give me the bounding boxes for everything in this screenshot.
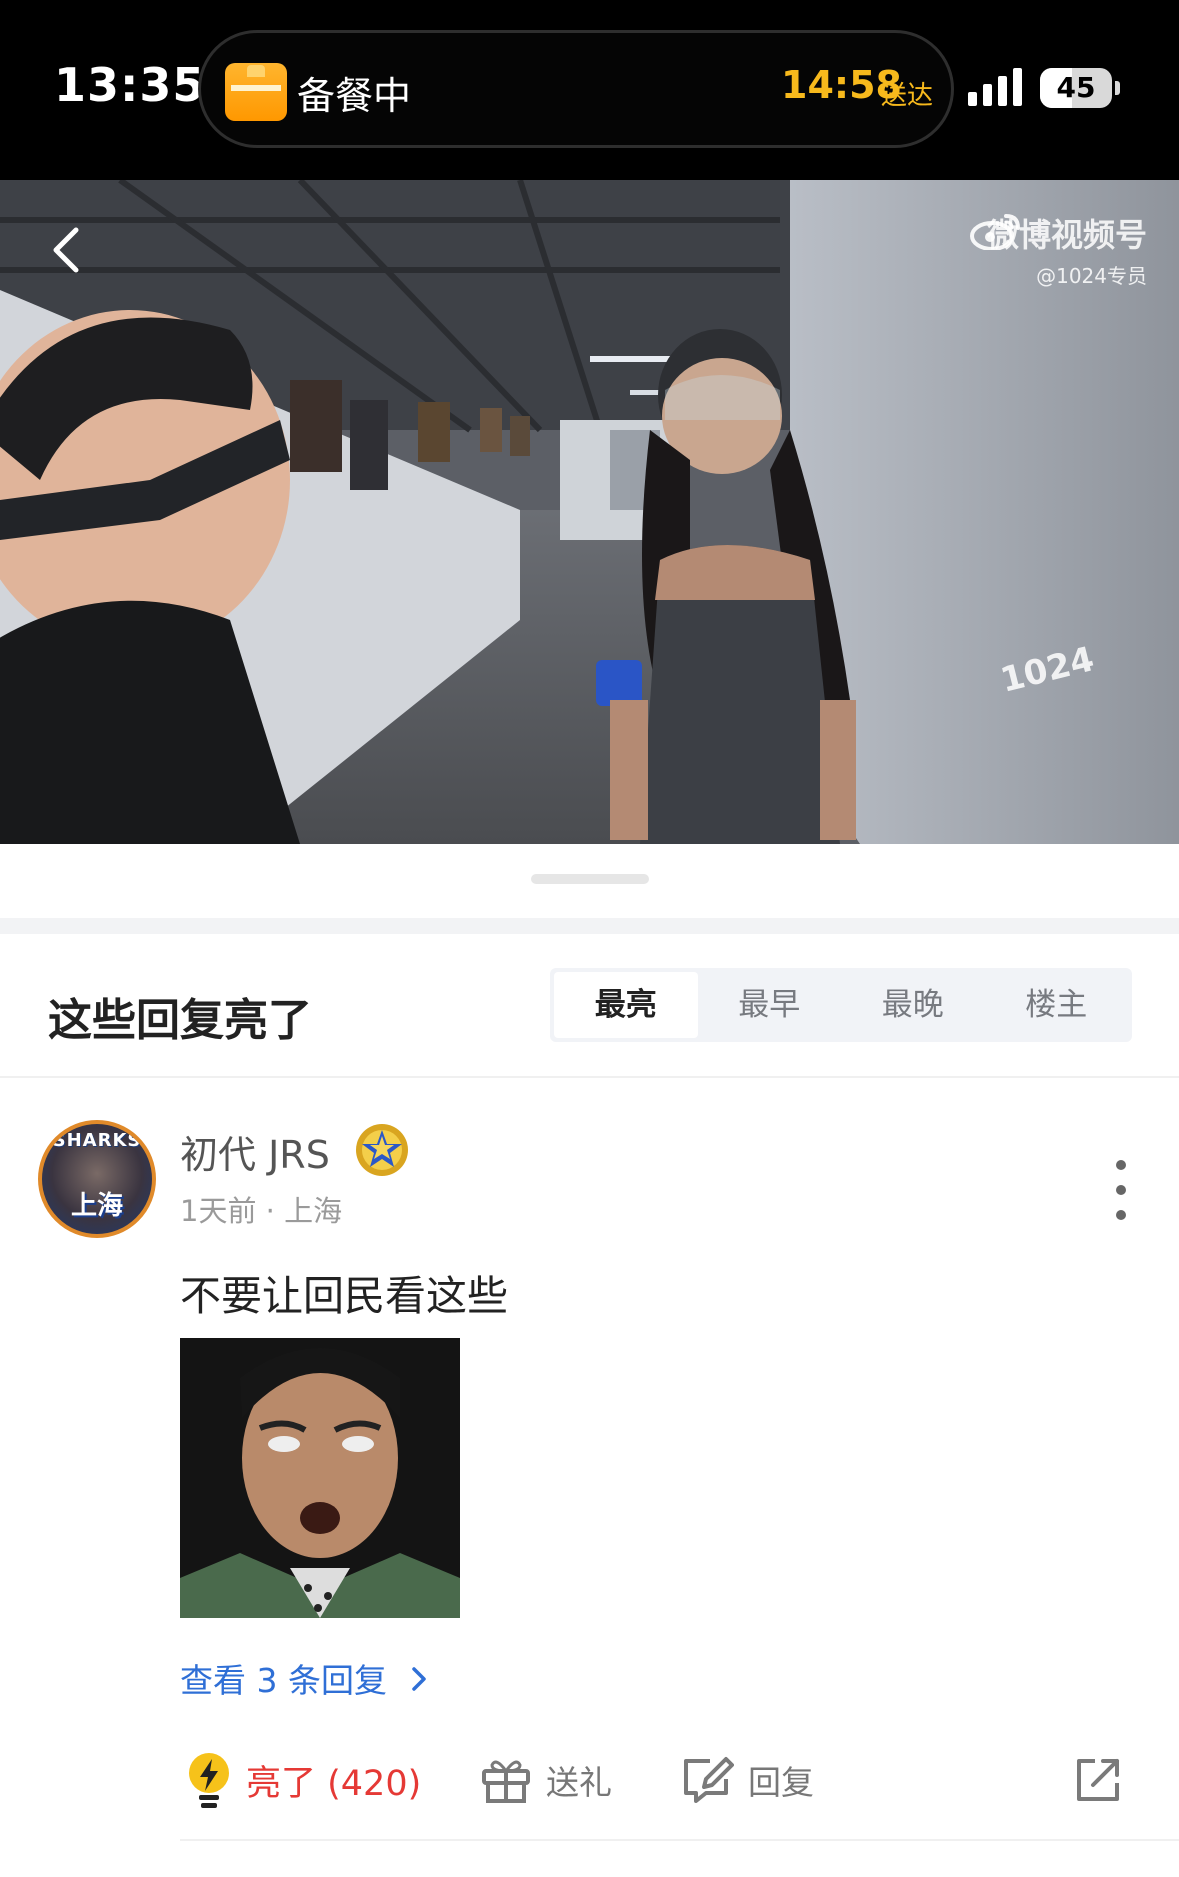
comments-sheet: 这些回复亮了 最亮 最早 最晚 楼主 SHARKS 上海 初代 JRS 1天前 … (0, 844, 1179, 1877)
comment-text: 不要让回民看这些 (180, 1272, 508, 1320)
status-time: 13:35 (54, 58, 206, 112)
food-box-icon (225, 63, 287, 121)
like-button[interactable]: 亮了 (420) (186, 1740, 421, 1820)
sort-tab-earliest[interactable]: 最早 (698, 972, 842, 1038)
video-player[interactable]: 微博视频号 @1024专员 1024 (0, 180, 1179, 844)
gold-star-badge-icon[interactable] (352, 1120, 412, 1180)
chevron-right-icon (409, 1663, 429, 1702)
share-button[interactable] (1073, 1740, 1123, 1820)
gift-button[interactable]: 送礼 (480, 1740, 612, 1820)
back-button[interactable] (36, 220, 96, 280)
comment-actions: 亮了 (420) 送礼 回复 (180, 1740, 1130, 1820)
avatar[interactable]: SHARKS 上海 (38, 1120, 156, 1238)
gift-label: 送礼 (546, 1763, 612, 1802)
reply-edit-icon (684, 1757, 734, 1803)
sheet-grabber[interactable] (531, 874, 649, 884)
sort-tabs: 最亮 最早 最晚 楼主 (550, 968, 1132, 1042)
cellular-signal-icon (968, 66, 1026, 106)
chevron-left-icon (53, 227, 79, 273)
sort-tab-latest[interactable]: 最晚 (841, 972, 985, 1038)
video-watermark: 微博视频号 @1024专员 (969, 210, 1147, 289)
battery-icon: 45 (1040, 68, 1120, 108)
status-bar: 13:35 备餐中 14:58 送达 45 (0, 0, 1179, 180)
more-options-button[interactable] (1106, 1150, 1136, 1230)
battery-percent: 45 (1056, 71, 1096, 104)
live-activity-label: 备餐中 (297, 74, 412, 118)
share-icon (1077, 1759, 1119, 1801)
avatar-text-bottom: 上海 (70, 1191, 123, 1221)
comment-bottom-divider (180, 1839, 1179, 1841)
lightbulb-icon (189, 1753, 229, 1808)
view-replies-label: 查看 3 条回复 (180, 1661, 387, 1700)
comment-image[interactable] (180, 1338, 460, 1618)
live-activity-eta-suffix: 送达 (881, 81, 934, 111)
reply-button[interactable]: 回复 (680, 1740, 814, 1820)
section-separator (0, 918, 1179, 934)
sort-tab-op[interactable]: 楼主 (985, 972, 1129, 1038)
sort-tab-hottest[interactable]: 最亮 (554, 972, 698, 1038)
divider (0, 1076, 1179, 1078)
like-label: 亮了 (420) (246, 1763, 422, 1804)
gift-icon (482, 1760, 530, 1803)
comment-meta: 1天前 · 上海 (180, 1194, 343, 1228)
watermark-user: @1024专员 (1036, 264, 1147, 288)
avatar-text-top: SHARKS (52, 1130, 142, 1151)
section-title: 这些回复亮了 (48, 995, 312, 1046)
reply-label: 回复 (748, 1763, 814, 1802)
view-replies-link[interactable]: 查看 3 条回复 (180, 1654, 429, 1702)
username[interactable]: 初代 JRS (180, 1124, 330, 1179)
live-activity-island[interactable]: 备餐中 14:58 送达 (198, 30, 954, 148)
